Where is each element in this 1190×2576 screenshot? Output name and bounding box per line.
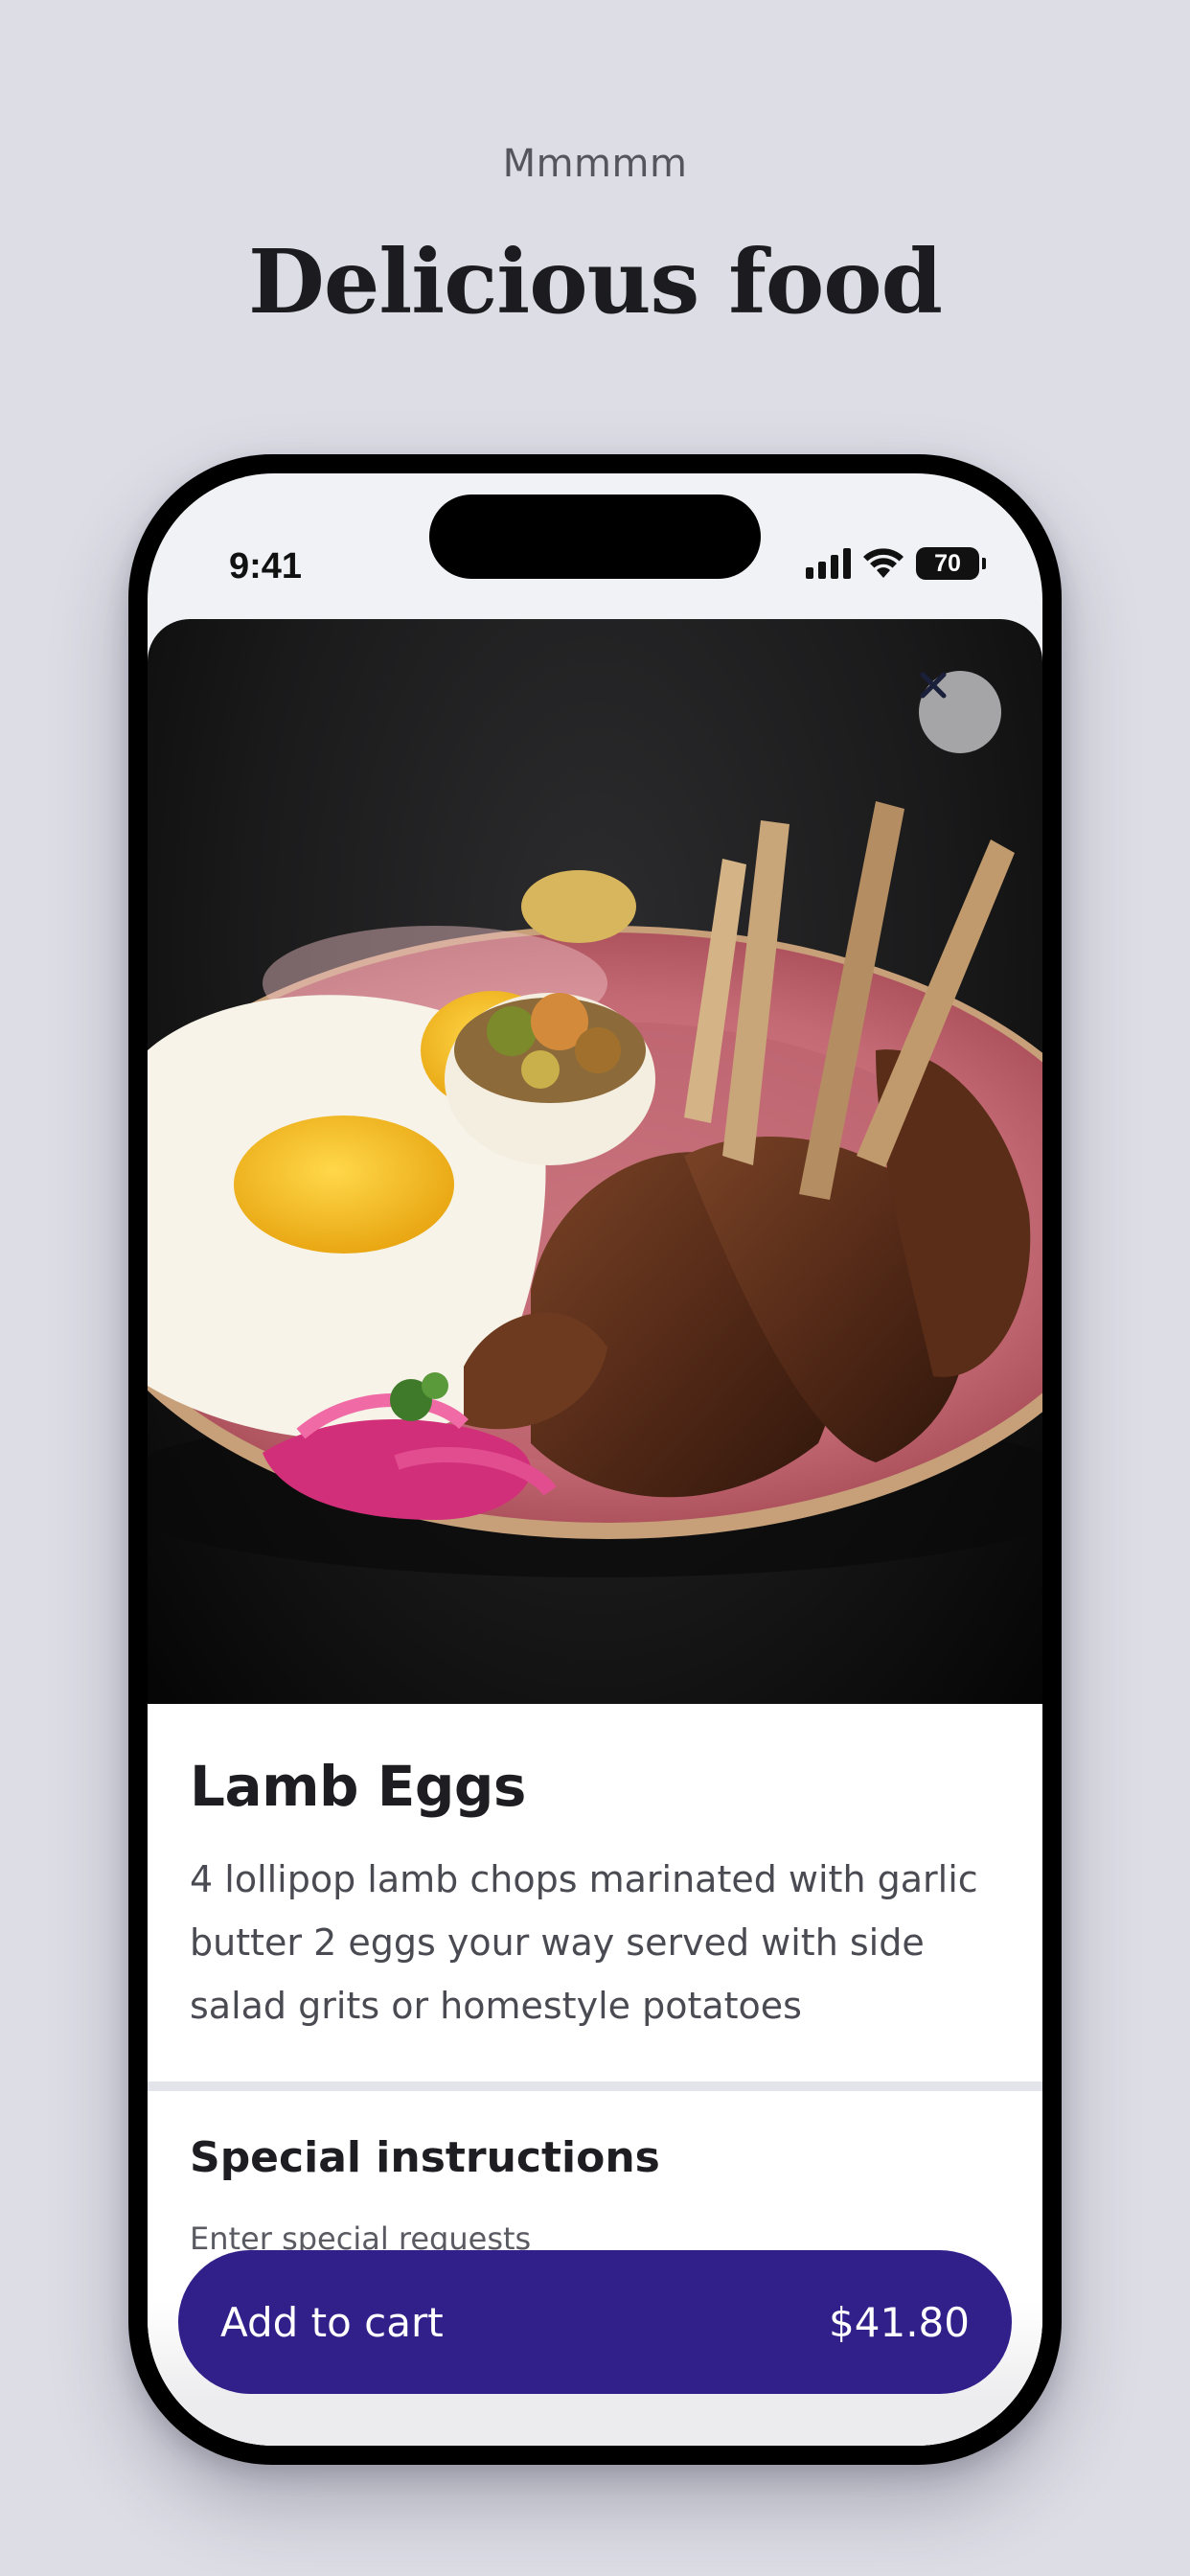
phone-screen: 9:41 70 Lamb Eggs 4 lollipop lamb chops … [148, 473, 1042, 2446]
item-description: 4 lollipop lamb chops marinated with gar… [190, 1858, 978, 2027]
battery-icon: 70 [916, 547, 986, 580]
item-sheet: Lamb Eggs 4 lollipop lamb chops marinate… [148, 619, 1042, 2446]
status-icons: 70 [806, 544, 986, 583]
cart-price: $41.80 [829, 2298, 970, 2346]
lamb-eggs-photo [148, 801, 1042, 1577]
item-name: Lamb Eggs [190, 1754, 526, 1819]
status-time: 9:41 [229, 546, 303, 586]
dynamic-island [429, 494, 761, 579]
special-instructions-title: Special instructions [190, 2133, 660, 2182]
wifi-icon [863, 548, 904, 578]
phone-frame: 9:41 70 Lamb Eggs 4 lollipop lamb chops … [128, 454, 1062, 2465]
add-to-cart-button[interactable]: Add to cart $41.80 [178, 2250, 1012, 2394]
close-icon [920, 672, 947, 699]
food-image [148, 619, 1042, 1704]
eyebrow-text: Mmmmm [502, 142, 688, 186]
section-divider [148, 2082, 1042, 2091]
cellular-signal-icon [806, 548, 851, 579]
page: Mmmmm Delicious food 9:41 70 Lamb Eggs 4… [0, 0, 1190, 2576]
page-title: Delicious food [248, 230, 943, 334]
add-to-cart-label: Add to cart [220, 2298, 444, 2346]
close-button[interactable] [919, 671, 1001, 753]
